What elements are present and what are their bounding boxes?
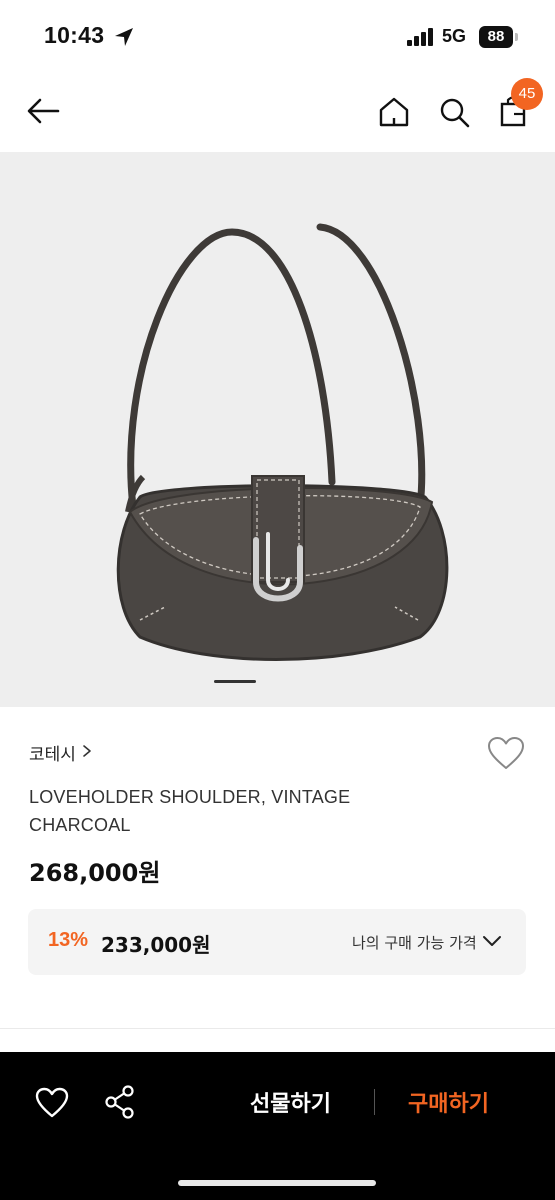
product-photo	[116, 223, 449, 661]
share-icon[interactable]	[104, 1084, 136, 1120]
heart-icon[interactable]	[34, 1086, 70, 1120]
heart-outline-icon[interactable]	[486, 736, 526, 772]
status-bar: 10:43 5G 88	[0, 0, 555, 72]
product-image[interactable]	[0, 152, 555, 707]
discount-rate: 13%	[48, 929, 89, 951]
cellular-signal-icon	[407, 28, 433, 46]
product-price: 268,000원	[29, 859, 161, 887]
bottom-action-bar: 선물하기 구매하기	[0, 1052, 555, 1200]
brand-link[interactable]: 코테시	[29, 740, 76, 765]
gift-button[interactable]: 선물하기	[250, 1086, 331, 1118]
cart-count-badge: 45	[511, 78, 543, 110]
product-name: LOVEHOLDER SHOULDER, VINTAGE CHARCOAL	[29, 787, 351, 835]
section-divider	[0, 1028, 555, 1029]
purchase-price-offer[interactable]: 13% 233,000원 나의 구매 가능 가격	[28, 909, 526, 975]
home-icon[interactable]	[376, 92, 412, 132]
home-indicator[interactable]	[178, 1180, 376, 1186]
app-header	[0, 72, 555, 152]
chevron-right-icon[interactable]	[82, 744, 92, 758]
network-type: 5G	[442, 26, 467, 46]
battery-tip	[515, 33, 518, 41]
button-separator	[374, 1089, 375, 1115]
location-arrow-icon	[115, 28, 133, 46]
discount-price: 233,000원	[101, 933, 211, 957]
offer-label: 나의 구매 가능 가격	[352, 934, 477, 952]
chevron-down-icon[interactable]	[482, 933, 502, 949]
buy-button[interactable]: 구매하기	[408, 1086, 489, 1118]
carousel-indicator[interactable]	[214, 680, 256, 683]
search-icon[interactable]	[436, 92, 472, 132]
battery-icon: 88	[479, 26, 519, 48]
status-time: 10:43	[44, 22, 105, 48]
battery-level: 88	[479, 26, 513, 48]
arrow-left-icon[interactable]	[24, 92, 64, 132]
